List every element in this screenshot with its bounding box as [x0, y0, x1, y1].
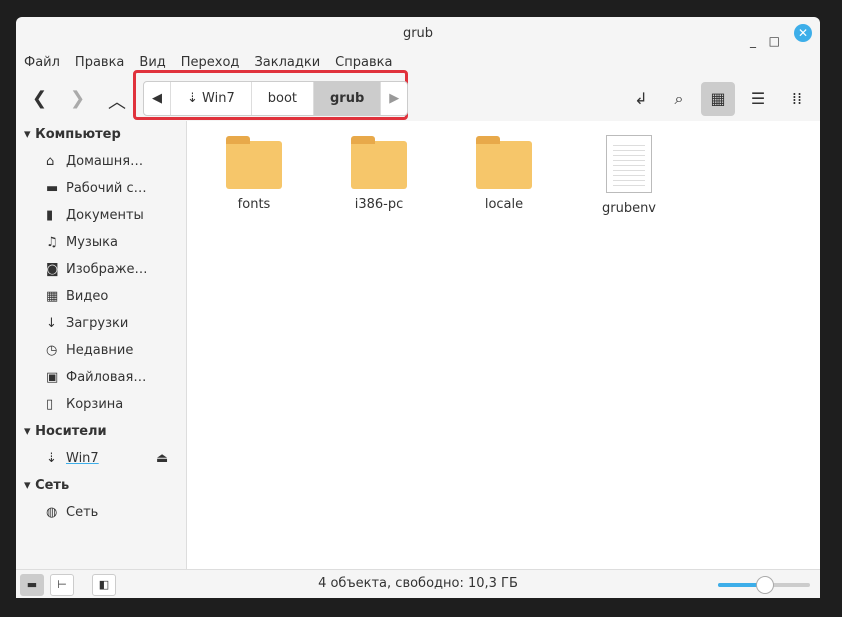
video-icon: ▦: [46, 289, 59, 304]
status-text: 4 объекта, свободно: 10,3 ГБ: [318, 576, 518, 591]
compact-view-icon[interactable]: ⁞⁞: [780, 82, 814, 116]
sidebar-item[interactable]: ◷ Недавние: [16, 337, 186, 364]
search-icon[interactable]: ⌕: [662, 82, 696, 116]
download-icon: ↓: [46, 316, 57, 331]
camera-icon: ◙: [46, 262, 59, 277]
desktop-icon: ▬: [46, 181, 59, 196]
minimize-icon[interactable]: _: [750, 25, 756, 58]
eject-icon[interactable]: ⏏: [156, 445, 168, 472]
sidebar-item[interactable]: ◙ Изображе…: [16, 256, 186, 283]
back-button[interactable]: ❮: [32, 88, 47, 109]
sidebar-item[interactable]: ▮ Документы: [16, 202, 186, 229]
breadcrumb-grub[interactable]: grub: [314, 82, 382, 115]
sidebar-section-network[interactable]: ▾ Сеть: [16, 472, 186, 499]
title-bar: grub _ □ ✕: [16, 17, 820, 50]
sidebar-item[interactable]: ♫ Музыка: [16, 229, 186, 256]
close-icon[interactable]: ✕: [794, 24, 812, 42]
icon-view-icon[interactable]: ▦: [701, 82, 735, 116]
trash-icon: ▯: [46, 397, 54, 412]
recent-icon: ◷: [46, 343, 58, 358]
menu-edit[interactable]: Правка: [75, 50, 124, 75]
usb-icon: ⇣: [46, 451, 57, 466]
file-item[interactable]: fonts: [209, 135, 299, 212]
forward-button[interactable]: ❯: [70, 88, 85, 109]
breadcrumb-win7[interactable]: ⇣ Win7: [171, 82, 252, 115]
sidebar: ▾ Компьютер ⌂ Домашня… ▬ Рабочий с… ▮ Докумен…: [16, 121, 187, 570]
location-toggle-icon[interactable]: ↲: [624, 82, 658, 116]
folder-icon: [351, 136, 407, 189]
sidebar-section-computer[interactable]: ▾ Компьютер: [16, 121, 186, 148]
file-item[interactable]: locale: [459, 135, 549, 212]
folder-icon: [476, 136, 532, 189]
text-file-icon: [606, 135, 652, 193]
zoom-slider-handle[interactable]: [756, 576, 774, 594]
zoom-slider[interactable]: [718, 576, 810, 594]
breadcrumb-boot[interactable]: boot: [252, 82, 314, 115]
network-icon: ◍: [46, 505, 58, 520]
sidebar-item[interactable]: ⌂ Домашня…: [16, 148, 186, 175]
file-view: fonts i386-pc locale grubenv: [187, 121, 820, 570]
sidebar-item[interactable]: ▯ Корзина: [16, 391, 186, 418]
menu-file[interactable]: Файл: [24, 50, 60, 75]
file-manager-window: grub _ □ ✕ Файл Правка Вид Переход Закла…: [16, 17, 820, 598]
sidebar-item-network[interactable]: ◍ Сеть: [16, 499, 186, 526]
file-item[interactable]: i386-pc: [334, 135, 424, 212]
home-icon: ⌂: [46, 154, 55, 169]
toolbar: ❮ ❯ ︿ ◀ ⇣ Win7 boot grub ▶ ↲ ⌕ ▦ ☰ ⁞⁞: [16, 70, 820, 120]
sidebar-item[interactable]: ▣ Файловая…: [16, 364, 186, 391]
list-view-icon[interactable]: ☰: [741, 82, 775, 116]
sidebar-item[interactable]: ▦ Видео: [16, 283, 186, 310]
sidebar-section-devices[interactable]: ▾ Носители: [16, 418, 186, 445]
file-item[interactable]: grubenv: [584, 135, 674, 216]
breadcrumb-left-arrow[interactable]: ◀: [144, 82, 171, 115]
folder-icon: [226, 136, 282, 189]
documents-icon: ▮: [46, 208, 54, 223]
filesystem-icon: ▣: [46, 370, 59, 385]
maximize-icon[interactable]: □: [769, 25, 780, 58]
window-title: grub: [402, 26, 434, 41]
sidebar-item-win7[interactable]: ⇣ Win7 ⏏: [16, 445, 186, 472]
status-bar: ▬ ⊢ ◧ 4 объекта, свободно: 10,3 ГБ: [16, 569, 820, 598]
breadcrumb: ◀ ⇣ Win7 boot grub ▶: [143, 81, 409, 116]
sidebar-item[interactable]: ↓ Загрузки: [16, 310, 186, 337]
breadcrumb-right-arrow[interactable]: ▶: [381, 82, 407, 115]
sidebar-item[interactable]: ▬ Рабочий с…: [16, 175, 186, 202]
usb-icon: ⇣: [187, 91, 203, 106]
music-icon: ♫: [46, 235, 58, 250]
up-button[interactable]: ︿: [108, 88, 126, 114]
